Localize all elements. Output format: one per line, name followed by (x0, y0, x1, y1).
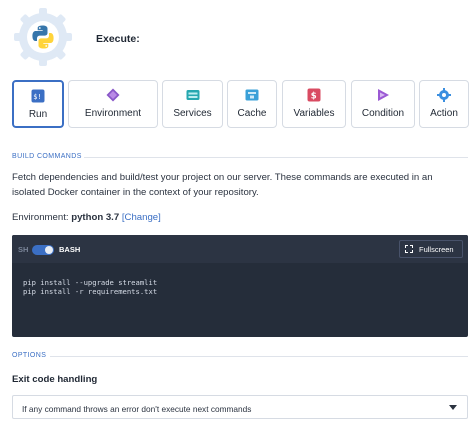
build-commands-divider (84, 157, 468, 158)
environment-label: Environment: (12, 212, 69, 223)
services-icon (186, 90, 199, 100)
tab-action-label: Action (430, 108, 458, 119)
tab-variables[interactable]: $ Variables (282, 80, 346, 128)
tab-condition[interactable]: Condition (351, 80, 415, 128)
toggle-knob (45, 246, 53, 254)
python-gear-logo-icon (14, 8, 72, 66)
diamond-icon (106, 88, 120, 102)
tab-cache[interactable]: Cache (227, 80, 277, 128)
bash-label: BASH (59, 245, 81, 254)
editor-toolbar: SH BASH Fullscreen (12, 235, 468, 263)
tab-services-label: Services (173, 108, 212, 119)
gear-icon (437, 88, 451, 102)
code-area[interactable]: pip install --upgrade streamlit pip inst… (23, 278, 157, 296)
fullscreen-button[interactable]: Fullscreen (399, 240, 463, 258)
environment-value: python 3.7 (71, 212, 120, 223)
play-icon (378, 89, 389, 101)
header: Execute: (12, 6, 472, 68)
environment-line: Environment: python 3.7 [Change] (12, 212, 161, 223)
options-divider (50, 356, 468, 357)
svg-text:$: $ (311, 92, 317, 102)
terminal-icon: $! (31, 89, 45, 103)
exit-code-select[interactable]: If any command throws an error don't exe… (12, 395, 468, 419)
tab-services[interactable]: Services (162, 80, 223, 128)
chevron-down-icon (449, 405, 457, 410)
exit-code-selected-value: If any command throws an error don't exe… (22, 404, 252, 414)
tab-variables-label: Variables (293, 108, 335, 119)
change-environment-link[interactable]: [Change] (122, 212, 161, 223)
tab-run[interactable]: $! Run (12, 80, 64, 128)
variables-icon: $ (307, 88, 321, 102)
fullscreen-icon (405, 245, 413, 253)
code-line: pip install --upgrade streamlit (23, 278, 158, 287)
build-commands-heading: BUILD COMMANDS (12, 153, 82, 160)
tab-condition-label: Condition (361, 108, 405, 119)
shell-mode-toggle[interactable] (32, 245, 54, 255)
action-title: Execute: (96, 33, 140, 45)
tab-run-label: Run (28, 109, 48, 120)
fullscreen-label: Fullscreen (419, 245, 454, 254)
exit-code-heading: Exit code handling (12, 374, 98, 385)
tab-action[interactable]: Action (419, 80, 469, 128)
build-description: Fetch dependencies and build/test your p… (12, 172, 433, 198)
tab-environment[interactable]: Environment (68, 80, 158, 128)
tab-environment-label: Environment (84, 108, 142, 119)
svg-text:$!: $! (33, 93, 41, 101)
commands-editor: SH BASH Fullscreen pip install --upgrade… (12, 235, 468, 337)
action-type-tabs: $! Run Environment Services Cache $ Vari… (12, 80, 469, 130)
sh-label: SH (18, 245, 29, 254)
options-heading: OPTIONS (12, 352, 47, 359)
cache-icon (245, 89, 259, 101)
tab-cache-label: Cache (237, 108, 267, 119)
code-line: pip install -r requirements.txt (23, 287, 158, 296)
